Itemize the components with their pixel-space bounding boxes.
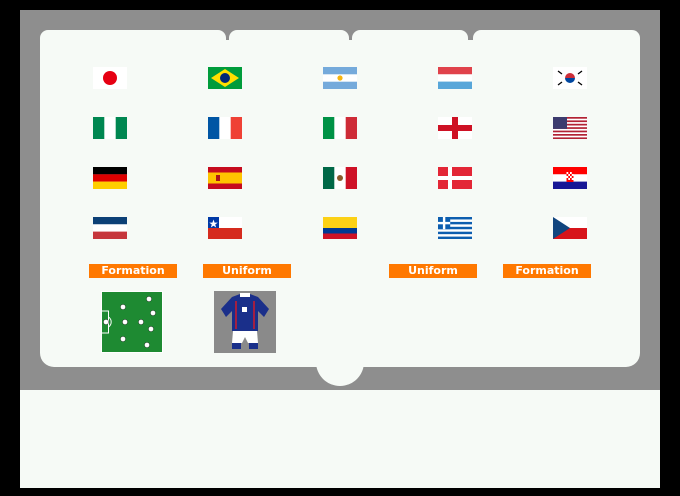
usa-flag-icon	[553, 117, 587, 139]
germany-flag-icon	[93, 167, 127, 189]
argentina-flag-icon	[323, 67, 357, 89]
pitch-icon	[101, 291, 163, 353]
greece-flag-icon	[438, 217, 472, 239]
team-flag-yugoslavia[interactable]	[93, 217, 127, 239]
japan-flag-icon	[93, 67, 127, 89]
nigeria-flag-icon	[93, 117, 127, 139]
brazil-flag-icon	[208, 67, 242, 89]
team-flag-chile[interactable]	[208, 217, 242, 239]
team-flag-germany[interactable]	[93, 167, 127, 189]
netherlands-flag-icon	[438, 67, 472, 89]
team-flag-england[interactable]	[438, 117, 472, 139]
team-flag-nigeria[interactable]	[93, 117, 127, 139]
team-flag-usa[interactable]	[553, 117, 587, 139]
yugoslavia-flag-icon	[93, 217, 127, 239]
message-area	[20, 390, 660, 488]
team-flag-czech-republic[interactable]	[553, 217, 587, 239]
denmark-flag-icon	[438, 167, 472, 189]
team-flag-croatia[interactable]	[553, 167, 587, 189]
team-flag-denmark[interactable]	[438, 167, 472, 189]
england-flag-icon	[438, 117, 472, 139]
team-flag-colombia[interactable]	[323, 217, 357, 239]
mexico-flag-icon	[323, 167, 357, 189]
colombia-flag-icon	[323, 217, 357, 239]
uniform-button-left[interactable]: Uniform	[203, 264, 291, 278]
formation-preview[interactable]	[101, 291, 163, 353]
czech-flag-icon	[553, 217, 587, 239]
croatia-flag-icon	[553, 167, 587, 189]
team-flag-italy[interactable]	[323, 117, 357, 139]
uniform-icon	[214, 291, 276, 353]
team-flag-argentina[interactable]	[323, 67, 357, 89]
team-flag-mexico[interactable]	[323, 167, 357, 189]
chile-flag-icon	[208, 217, 242, 239]
uniform-preview[interactable]	[214, 291, 276, 353]
spain-flag-icon	[208, 167, 242, 189]
team-flag-south-korea[interactable]	[553, 67, 587, 89]
team-flag-france[interactable]	[208, 117, 242, 139]
team-flag-spain[interactable]	[208, 167, 242, 189]
team-flag-brazil[interactable]	[208, 67, 242, 89]
formation-button-left[interactable]: Formation	[89, 264, 177, 278]
formation-button-right[interactable]: Formation	[503, 264, 591, 278]
team-flag-netherlands[interactable]	[438, 67, 472, 89]
uniform-button-right[interactable]: Uniform	[389, 264, 477, 278]
team-flag-japan[interactable]	[93, 67, 127, 89]
italy-flag-icon	[323, 117, 357, 139]
france-flag-icon	[208, 117, 242, 139]
south-korea-flag-icon	[553, 67, 587, 89]
team-flag-greece[interactable]	[438, 217, 472, 239]
